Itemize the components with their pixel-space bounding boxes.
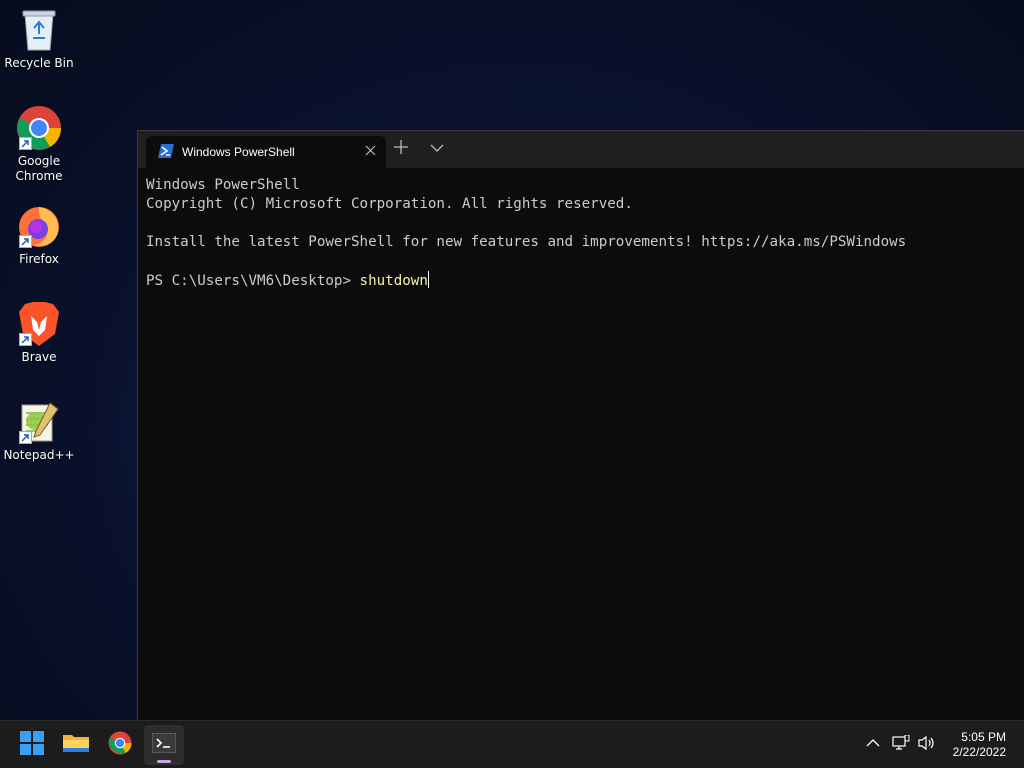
console-output[interactable]: Windows PowerShell Copyright (C) Microsof… <box>138 168 1024 299</box>
shortcut-arrow-icon <box>19 431 32 444</box>
desktop-icon-label: Google Chrome <box>15 154 63 183</box>
file-explorer-icon <box>63 732 89 758</box>
chrome-icon <box>15 104 63 152</box>
desktop-icon-label: Recycle Bin <box>4 56 74 70</box>
shortcut-arrow-icon <box>19 333 32 346</box>
taskbar: 5:05 PM 2/22/2022 <box>0 720 1024 768</box>
console-line: Windows PowerShell <box>146 177 300 193</box>
system-clock[interactable]: 5:05 PM 2/22/2022 <box>953 730 1006 760</box>
chrome-icon <box>108 731 132 759</box>
desktop-icon-google-chrome[interactable]: Google Chrome <box>4 104 74 184</box>
desktop-icon-label: Notepad++ <box>3 448 75 462</box>
typed-command: shutdown <box>359 273 428 289</box>
text-cursor <box>427 271 429 288</box>
recycle-bin-icon <box>15 6 63 54</box>
taskbar-file-explorer[interactable] <box>56 725 96 765</box>
desktop-icon-notepad-plus-plus[interactable]: Notepad++ <box>3 398 75 463</box>
shortcut-arrow-icon <box>19 137 32 150</box>
prompt-line[interactable]: PS C:\Users\VM6\Desktop> shutdown <box>146 271 1016 291</box>
chevron-up-icon[interactable] <box>866 735 880 754</box>
taskbar-chrome[interactable] <box>100 725 140 765</box>
terminal-icon <box>151 732 177 757</box>
console-line: Install the latest PowerShell for new fe… <box>146 234 907 250</box>
network-icon[interactable] <box>892 734 910 755</box>
notepad-plus-plus-icon <box>15 398 63 446</box>
clock-date: 2/22/2022 <box>952 745 1006 759</box>
windows-start-icon <box>20 731 44 759</box>
taskbar-terminal[interactable] <box>144 725 184 765</box>
desktop-icon-recycle-bin[interactable]: Recycle Bin <box>4 6 74 71</box>
tab-bar: Windows PowerShell <box>138 131 1024 168</box>
start-button[interactable] <box>12 725 52 765</box>
close-tab-icon[interactable] <box>365 144 376 160</box>
firefox-icon <box>15 202 63 250</box>
tab-windows-powershell[interactable]: Windows PowerShell <box>146 136 386 168</box>
prompt: PS C:\Users\VM6\Desktop> <box>146 273 360 289</box>
brave-icon <box>15 300 63 348</box>
tab-title: Windows PowerShell <box>182 145 295 159</box>
active-indicator <box>157 760 171 763</box>
console-line: Copyright (C) Microsoft Corporation. All… <box>146 196 633 212</box>
terminal-window[interactable]: Windows PowerShell Windows PowerShell Cop… <box>137 130 1024 720</box>
shortcut-arrow-icon <box>19 235 32 248</box>
desktop-icon-brave[interactable]: Brave <box>4 300 74 365</box>
chevron-down-icon[interactable] <box>430 140 444 158</box>
desktop-icon-label: Firefox <box>19 252 59 266</box>
clock-time: 5:05 PM <box>961 730 1006 744</box>
desktop-icon-label: Brave <box>21 350 57 364</box>
powershell-icon <box>158 143 174 162</box>
volume-icon[interactable] <box>918 735 936 755</box>
new-tab-plus-icon[interactable] <box>394 140 408 158</box>
desktop-icon-firefox[interactable]: Firefox <box>4 202 74 267</box>
